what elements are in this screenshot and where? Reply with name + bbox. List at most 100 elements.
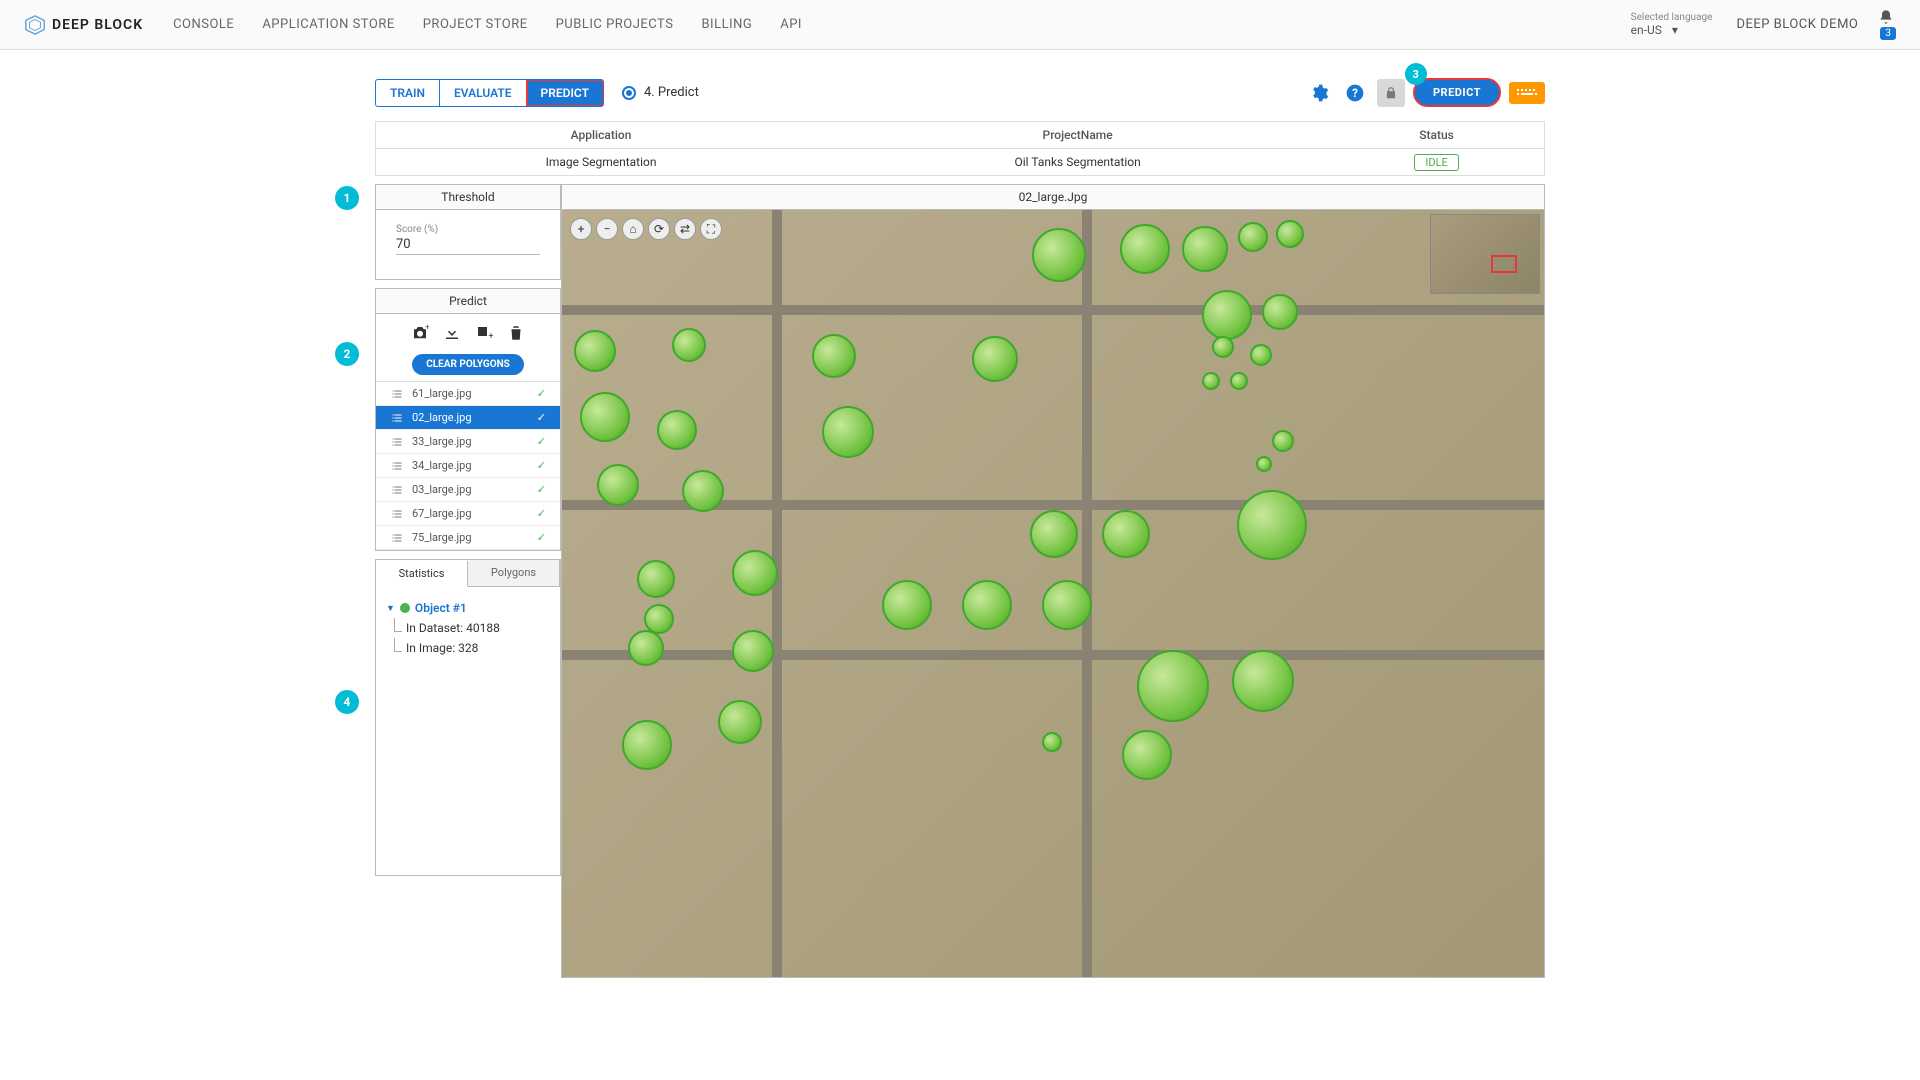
- keyboard-button[interactable]: [1509, 82, 1545, 104]
- image-list-item[interactable]: 33_large.jpg ✓: [376, 430, 560, 454]
- check-icon: ✓: [537, 531, 546, 544]
- step-indicator: 4. Predict: [622, 85, 699, 100]
- predict-button-label: PREDICT: [1433, 86, 1481, 99]
- check-icon: ✓: [537, 411, 546, 424]
- user-name[interactable]: DEEP BLOCK DEMO: [1736, 17, 1858, 32]
- list-icon: [390, 508, 404, 520]
- download-icon[interactable]: [443, 324, 461, 342]
- viewer-tools: + − ⌂ ⟳ ⇄ ⛶: [570, 218, 722, 240]
- predict-header: Predict: [376, 289, 560, 314]
- status-badge: IDLE: [1414, 154, 1458, 171]
- detection: [574, 330, 616, 372]
- nav-console[interactable]: CONSOLE: [173, 17, 234, 32]
- image-name: 34_large.jpg: [412, 459, 472, 472]
- image-list-item[interactable]: 67_large.jpg ✓: [376, 502, 560, 526]
- image-viewer: 02_large.Jpg + − ⌂ ⟳ ⇄ ⛶: [561, 184, 1545, 978]
- image-list-item[interactable]: 02_large.jpg ✓: [376, 406, 560, 430]
- zoom-in-button[interactable]: +: [570, 218, 592, 240]
- help-button[interactable]: ?: [1341, 79, 1369, 107]
- logo[interactable]: DEEP BLOCK: [24, 14, 143, 36]
- notifications[interactable]: 3: [1878, 9, 1896, 40]
- main: TRAIN EVALUATE PREDICT 4. Predict ? 3 PR…: [375, 50, 1545, 978]
- viewer-canvas[interactable]: + − ⌂ ⟳ ⇄ ⛶: [562, 210, 1544, 977]
- detection: [1272, 430, 1294, 452]
- logo-icon: [24, 14, 46, 36]
- settings-button[interactable]: [1305, 79, 1333, 107]
- predict-tools: + +: [376, 314, 560, 350]
- refresh-button[interactable]: ⟳: [648, 218, 670, 240]
- detection: [1238, 222, 1268, 252]
- image-list-item[interactable]: 61_large.jpg ✓: [376, 382, 560, 406]
- image-list-item[interactable]: 03_large.jpg ✓: [376, 478, 560, 502]
- nav-project-store[interactable]: PROJECT STORE: [423, 17, 528, 32]
- camera-icon[interactable]: +: [411, 324, 429, 342]
- gear-icon: [1309, 83, 1329, 103]
- detection: [732, 550, 778, 596]
- image-name: 02_large.jpg: [412, 411, 472, 424]
- swap-button[interactable]: ⇄: [674, 218, 696, 240]
- detection: [718, 700, 762, 744]
- callout-1: 1: [335, 186, 359, 210]
- detection: [622, 720, 672, 770]
- list-icon: [390, 388, 404, 400]
- tab-polygons[interactable]: Polygons: [468, 560, 560, 586]
- nav-api[interactable]: API: [780, 17, 802, 32]
- nav-billing[interactable]: BILLING: [701, 17, 752, 32]
- trash-icon[interactable]: [507, 324, 525, 342]
- top-nav: CONSOLE APPLICATION STORE PROJECT STORE …: [173, 17, 1631, 32]
- zoom-out-button[interactable]: −: [596, 218, 618, 240]
- nav-app-store[interactable]: APPLICATION STORE: [262, 17, 394, 32]
- notification-badge: 3: [1880, 27, 1896, 40]
- detection: [1120, 224, 1170, 274]
- nav-public-projects[interactable]: PUBLIC PROJECTS: [556, 17, 674, 32]
- image-name: 61_large.jpg: [412, 387, 472, 400]
- language-selector[interactable]: Selected language en-US ▾: [1631, 12, 1713, 37]
- predict-button[interactable]: 3 PREDICT: [1413, 78, 1501, 107]
- image-name: 03_large.jpg: [412, 483, 472, 496]
- detection: [672, 328, 706, 362]
- detection: [1250, 344, 1272, 366]
- language-value: en-US: [1631, 23, 1662, 37]
- tab-evaluate[interactable]: EVALUATE: [440, 80, 527, 106]
- language-label: Selected language: [1631, 12, 1713, 23]
- minimap[interactable]: [1430, 214, 1540, 294]
- fullscreen-button[interactable]: ⛶: [700, 218, 722, 240]
- step-text: 4. Predict: [644, 85, 699, 100]
- score-label: Score (%): [396, 224, 540, 235]
- image-name: 33_large.jpg: [412, 435, 472, 448]
- check-icon: ✓: [537, 483, 546, 496]
- tab-statistics[interactable]: Statistics: [376, 561, 468, 587]
- home-button[interactable]: ⌂: [622, 218, 644, 240]
- detection: [1262, 294, 1298, 330]
- bell-icon: [1878, 9, 1894, 25]
- detection: [1042, 732, 1062, 752]
- content: 1 2 4 Threshold Score (%) 70 Predict + +: [375, 184, 1545, 978]
- predict-panel: Predict + + CLEAR POLYGONS 61_large.jpg …: [375, 288, 561, 551]
- add-image-icon[interactable]: +: [475, 324, 493, 342]
- detection: [882, 580, 932, 630]
- lock-icon: [1384, 86, 1398, 100]
- image-list-item[interactable]: 34_large.jpg ✓: [376, 454, 560, 478]
- image-list-item[interactable]: 75_large.jpg ✓: [376, 526, 560, 550]
- lock-button[interactable]: [1377, 79, 1405, 107]
- detection: [1230, 372, 1248, 390]
- class-swatch: [400, 603, 410, 613]
- detection: [822, 406, 874, 458]
- tab-predict[interactable]: PREDICT: [527, 80, 603, 106]
- callout-2: 2: [335, 342, 359, 366]
- detection: [1102, 510, 1150, 558]
- score-input[interactable]: 70: [396, 235, 540, 255]
- detection: [1122, 730, 1172, 780]
- image-list[interactable]: 61_large.jpg ✓ 02_large.jpg ✓ 33_large.j…: [376, 381, 560, 550]
- image-name: 67_large.jpg: [412, 507, 472, 520]
- tab-train[interactable]: TRAIN: [376, 80, 440, 106]
- detection: [1030, 510, 1078, 558]
- object-entry[interactable]: ▼ Object #1: [386, 601, 550, 615]
- detection: [637, 560, 675, 598]
- detection: [657, 410, 697, 450]
- viewer-title: 02_large.Jpg: [562, 185, 1544, 210]
- clear-polygons-button[interactable]: CLEAR POLYGONS: [412, 354, 524, 375]
- toolbar: TRAIN EVALUATE PREDICT 4. Predict ? 3 PR…: [375, 78, 1545, 107]
- disclosure-icon: ▼: [386, 603, 395, 614]
- detection: [628, 630, 664, 666]
